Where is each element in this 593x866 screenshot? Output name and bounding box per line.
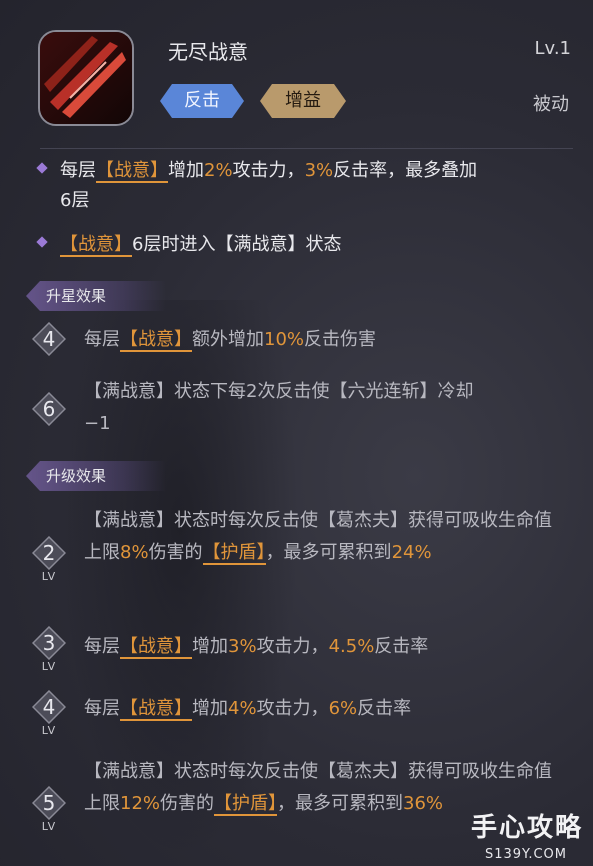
section-label-star: 升星效果	[26, 281, 166, 311]
skill-icon[interactable]	[38, 30, 134, 126]
tag-buff: 增益	[260, 84, 346, 118]
section-label-upgrade: 升级效果	[26, 461, 166, 491]
watermark-url: S139Y.COM	[484, 847, 567, 862]
skill-name: 无尽战意	[168, 40, 248, 64]
upgrade-entry-3: 每层【战意】增加4%攻击力，6%反击率	[84, 698, 412, 721]
upgrade-badge-5: 5 LV	[32, 786, 66, 833]
star-badge-6: 6	[32, 392, 66, 426]
upgrade-badge-3: 3 LV	[32, 626, 66, 673]
upgrade-badge-2: 2 LV	[32, 536, 66, 583]
skill-header: 无尽战意 Lv.1 反击 增益 被动	[0, 0, 593, 150]
divider	[40, 148, 573, 149]
watermark-logo: 手心攻略	[470, 813, 583, 843]
upgrade-entry-2: 每层【战意】增加3%攻击力，4.5%反击率	[84, 636, 429, 659]
star-entry-2: 【满战意】状态下每2次反击使【六光连斩】冷却 −1	[84, 381, 474, 434]
star-entry-1: 每层【战意】额外增加10%反击伤害	[84, 329, 377, 352]
skill-type: 被动	[533, 94, 569, 115]
diamond-bullet-icon	[36, 162, 48, 174]
skill-level: Lv.1	[534, 38, 571, 59]
star-badge-4: 4	[32, 322, 66, 356]
slash-icon	[40, 32, 132, 124]
tag-counter: 反击	[160, 84, 244, 118]
upgrade-badge-4: 4 LV	[32, 690, 66, 737]
skill-detail-panel: 无尽战意 Lv.1 反击 增益 被动 每层【战意】增加2%攻击力，3%反击率，最…	[0, 0, 593, 866]
effect-item-1: 每层【战意】增加2%攻击力，3%反击率，最多叠加 6层	[36, 156, 568, 216]
effect-item-2: 【战意】6层时进入【满战意】状态	[36, 230, 341, 260]
diamond-bullet-icon	[36, 236, 48, 248]
upgrade-entry-1: 【满战意】状态时每次反击使【葛杰夫】获得可吸收生命值上限8%伤害的【护盾】，最多…	[84, 510, 552, 565]
